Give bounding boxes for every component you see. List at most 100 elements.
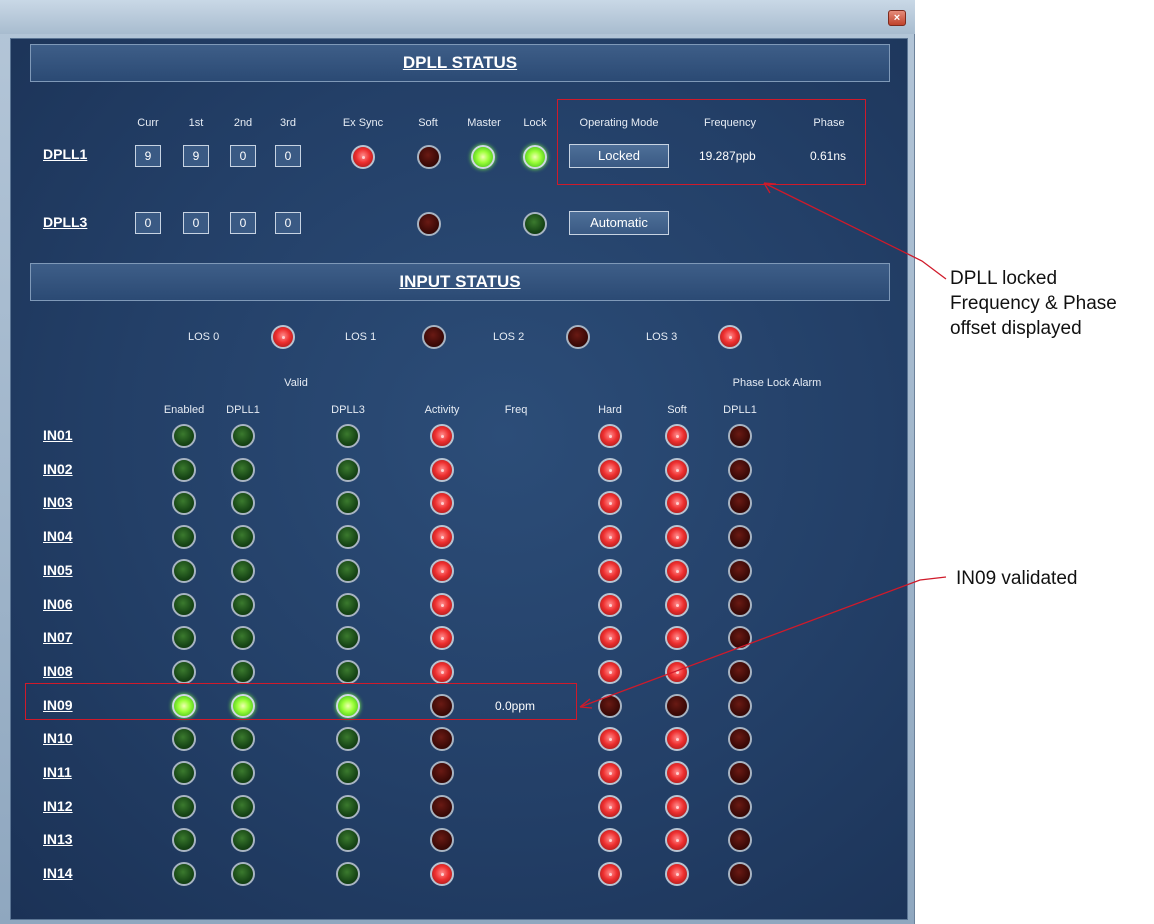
input-row-link[interactable]: IN14 <box>43 865 73 881</box>
input-activity-led <box>430 559 454 583</box>
col-soft-label: Soft <box>418 117 438 129</box>
input-activity-led <box>430 424 454 448</box>
col-valid-dpll1-label: DPLL1 <box>226 404 260 416</box>
input-valid-dpll1-led <box>231 525 255 549</box>
input-enabled-led <box>172 593 196 617</box>
input-row-link[interactable]: IN04 <box>43 528 73 544</box>
input-hard-led <box>598 626 622 650</box>
close-icon[interactable]: × <box>888 10 906 26</box>
input-soft-led <box>665 727 689 751</box>
input-valid-dpll3-led <box>336 862 360 886</box>
input-enabled-led <box>172 559 196 583</box>
title-bar[interactable]: × <box>0 0 915 34</box>
input-valid-dpll1-led <box>231 660 255 684</box>
input-valid-dpll3-led <box>336 491 360 515</box>
input-valid-dpll1-led <box>231 559 255 583</box>
input-alarm-dpll1-led <box>728 424 752 448</box>
input-alarm-dpll1-led <box>728 828 752 852</box>
input-row-link[interactable]: IN10 <box>43 730 73 746</box>
col-activity-label: Activity <box>424 404 460 416</box>
dpll3-link[interactable]: DPLL3 <box>43 214 87 230</box>
input-valid-dpll3-led <box>336 828 360 852</box>
input-enabled-led <box>172 795 196 819</box>
los1-led <box>422 325 446 349</box>
input-valid-dpll3-led <box>336 660 360 684</box>
input-valid-dpll1-led <box>231 458 255 482</box>
input-hard-led <box>598 795 622 819</box>
input-activity-led <box>430 795 454 819</box>
dpll1-2nd-value: 0 <box>230 145 256 167</box>
annotation-line: DPLL locked <box>950 268 1058 289</box>
input-valid-dpll1-led <box>231 828 255 852</box>
col-freq-label: Freq <box>504 404 528 416</box>
phase-lock-alarm-group-label: Phase Lock Alarm <box>732 377 822 389</box>
input-row-link[interactable]: IN07 <box>43 629 73 645</box>
col-alarm-dpll1-label: DPLL1 <box>723 404 757 416</box>
input-alarm-dpll1-led <box>728 727 752 751</box>
input-valid-dpll3-led <box>336 761 360 785</box>
input-enabled-led <box>172 458 196 482</box>
input-hard-led <box>598 424 622 448</box>
input-soft-led <box>665 660 689 684</box>
input-hard-led <box>598 828 622 852</box>
col-curr-label: Curr <box>137 117 159 129</box>
col-soft-label-input: Soft <box>667 404 687 416</box>
dpll1-exsync-led <box>351 145 375 169</box>
input-soft-led <box>665 694 689 718</box>
input-valid-dpll3-led <box>336 559 360 583</box>
col-1st-label: 1st <box>188 117 204 129</box>
dpll1-lock-led <box>523 145 547 169</box>
input-activity-led <box>430 525 454 549</box>
input-enabled-led <box>172 828 196 852</box>
valid-group-label: Valid <box>284 377 308 389</box>
input-soft-led <box>665 559 689 583</box>
input-enabled-led <box>172 491 196 515</box>
input-hard-led <box>598 694 622 718</box>
input-row-link[interactable]: IN03 <box>43 494 73 510</box>
input-hard-led <box>598 525 622 549</box>
input-hard-led <box>598 458 622 482</box>
input-row-link[interactable]: IN13 <box>43 831 73 847</box>
annotation-line: offset displayed <box>950 318 1082 339</box>
input-valid-dpll1-led <box>231 593 255 617</box>
dpll1-curr-value: 9 <box>135 145 161 167</box>
input-hard-led <box>598 593 622 617</box>
input-hard-led <box>598 727 622 751</box>
input-soft-led <box>665 795 689 819</box>
los1-label: LOS 1 <box>345 331 377 343</box>
los2-led <box>566 325 590 349</box>
dpll1-3rd-value: 0 <box>275 145 301 167</box>
col-enabled-label: Enabled <box>163 404 205 416</box>
los3-label: LOS 3 <box>646 331 678 343</box>
dpll3-mode-button[interactable]: Automatic <box>569 211 669 235</box>
los0-label: LOS 0 <box>188 331 220 343</box>
dpll1-link[interactable]: DPLL1 <box>43 146 87 162</box>
input-alarm-dpll1-led <box>728 458 752 482</box>
input-soft-led <box>665 828 689 852</box>
input-soft-led <box>665 593 689 617</box>
input-valid-dpll1-led <box>231 761 255 785</box>
input-row-link[interactable]: IN02 <box>43 461 73 477</box>
input-row-link[interactable]: IN01 <box>43 427 73 443</box>
input-alarm-dpll1-led <box>728 660 752 684</box>
input-valid-dpll1-led <box>231 862 255 886</box>
dpll3-lock-led <box>523 212 547 236</box>
col-2nd-label: 2nd <box>233 117 253 129</box>
in09-highlight-box <box>25 683 577 720</box>
input-hard-led <box>598 862 622 886</box>
input-enabled-led <box>172 761 196 785</box>
input-enabled-led <box>172 424 196 448</box>
input-enabled-led <box>172 862 196 886</box>
input-status-header: INPUT STATUS <box>30 263 890 301</box>
input-valid-dpll1-led <box>231 727 255 751</box>
input-row-link[interactable]: IN11 <box>43 764 72 780</box>
input-row-link[interactable]: IN06 <box>43 596 73 612</box>
input-row-link[interactable]: IN08 <box>43 663 73 679</box>
input-alarm-dpll1-led <box>728 761 752 785</box>
input-alarm-dpll1-led <box>728 525 752 549</box>
input-row-link[interactable]: IN05 <box>43 562 73 578</box>
input-row-link[interactable]: IN12 <box>43 798 73 814</box>
input-valid-dpll3-led <box>336 424 360 448</box>
input-valid-dpll1-led <box>231 424 255 448</box>
input-enabled-led <box>172 525 196 549</box>
